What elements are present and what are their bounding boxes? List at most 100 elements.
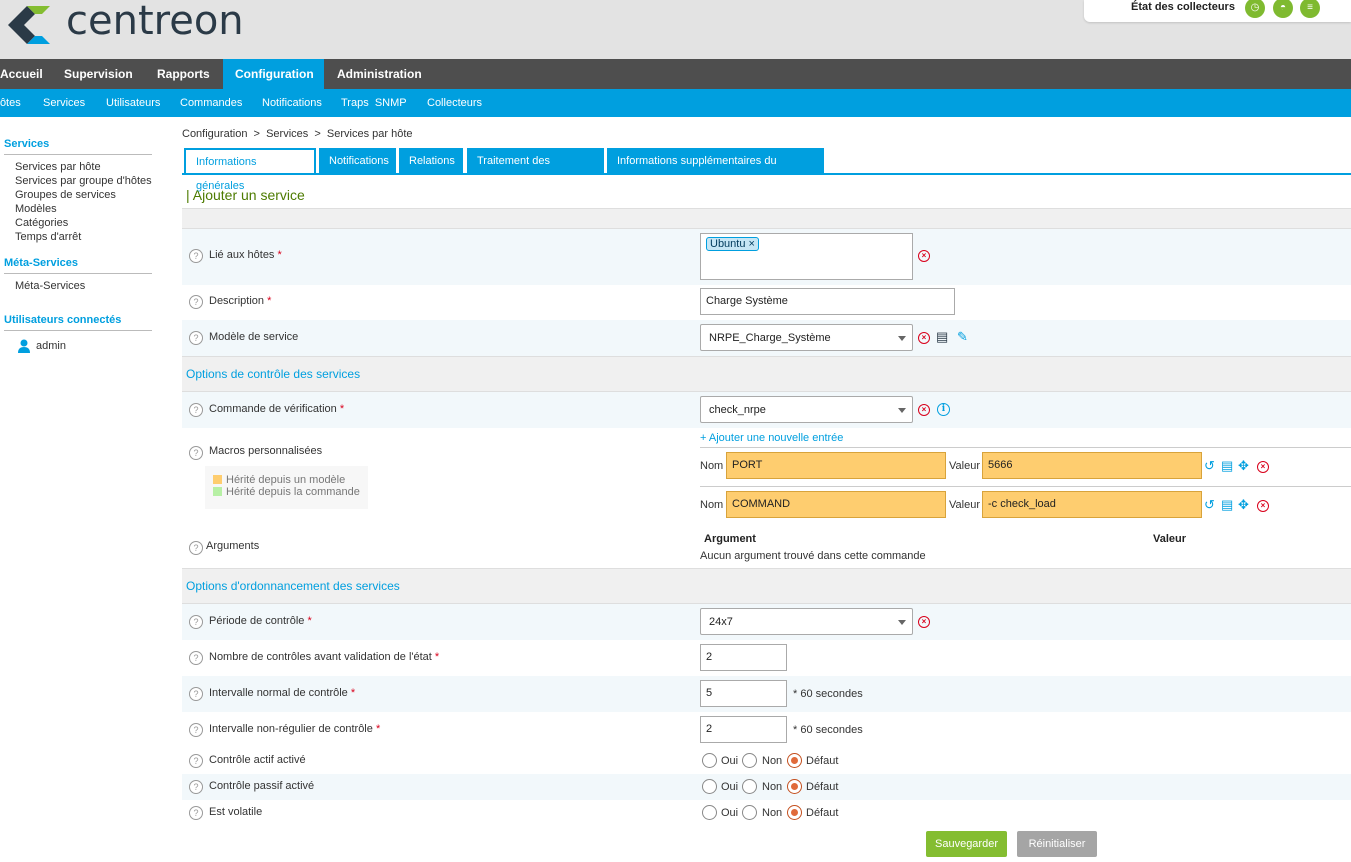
sidebar-item-meta-services[interactable]: Méta-Services	[15, 280, 85, 292]
revert-icon[interactable]: ↺	[1204, 498, 1215, 512]
sidebar-item-groupes-de-services[interactable]: Groupes de services	[15, 189, 116, 201]
gauge-icon[interactable]: ◓	[1273, 0, 1293, 18]
retry-interval-suffix: * 60 secondes	[793, 724, 863, 736]
move-icon[interactable]: ✥	[1238, 498, 1249, 512]
macro-name-input[interactable]: PORT	[726, 452, 946, 479]
macro-value-input[interactable]: 5666	[982, 452, 1202, 479]
volatile-no-radio[interactable]	[742, 805, 757, 820]
tab-informations-generales[interactable]: Informations générales	[184, 148, 316, 192]
help-icon[interactable]: ?	[189, 651, 203, 665]
template-value: NRPE_Charge_Système	[709, 332, 831, 344]
passive-default-radio[interactable]	[787, 779, 802, 794]
info-icon[interactable]: i	[937, 403, 950, 416]
delete-macro-icon[interactable]: ×	[1257, 500, 1269, 512]
clear-period-icon[interactable]: ×	[918, 616, 930, 628]
add-entry-link[interactable]: + Ajouter une nouvelle entrée	[700, 432, 843, 444]
database-icon[interactable]: ≡	[1300, 0, 1320, 18]
clear-command-icon[interactable]: ×	[918, 404, 930, 416]
breadcrumb: Configuration > Services > Services par …	[182, 128, 413, 140]
reset-button[interactable]: Réinitialiser	[1017, 831, 1097, 857]
tab-informations-supplementaires[interactable]: Informations supplémentaires du service	[607, 148, 824, 193]
period-select[interactable]: 24x7	[700, 608, 913, 635]
host-tag[interactable]: Ubuntu ×	[706, 237, 759, 251]
tab-notifications[interactable]: Notifications	[319, 148, 396, 174]
row-max-checks: ? Nombre de contrôles avant validation d…	[182, 640, 1351, 676]
sidebar-item-modeles[interactable]: Modèles	[15, 203, 57, 215]
max-checks-label: Nombre de contrôles avant validation de …	[209, 651, 440, 663]
subnav-collecteurs[interactable]: Collecteurs	[427, 89, 482, 117]
sidebar-title-meta[interactable]: Méta-Services	[4, 257, 78, 269]
help-icon[interactable]: ?	[189, 446, 203, 460]
template-select[interactable]: NRPE_Charge_Système	[700, 324, 913, 351]
subnav-hotes[interactable]: Hôtes	[0, 89, 21, 117]
subnav-traps-snmp[interactable]: Traps SNMP	[341, 89, 407, 117]
passive-check-label: Contrôle passif activé	[209, 780, 315, 792]
macro-divider	[700, 447, 1351, 448]
help-icon[interactable]: ?	[189, 295, 203, 309]
clock-icon[interactable]: ◷	[1245, 0, 1265, 18]
help-icon[interactable]: ?	[189, 615, 203, 629]
sidebar-title-services[interactable]: Services	[4, 138, 49, 150]
arguments-col-value: Valeur	[1153, 533, 1187, 545]
clear-template-icon[interactable]: ×	[918, 332, 930, 344]
sidebar-item-temps-arret[interactable]: Temps d'arrêt	[15, 231, 81, 243]
nav-administration[interactable]: Administration	[325, 59, 434, 89]
passive-no-radio[interactable]	[742, 779, 757, 794]
help-icon[interactable]: ?	[189, 754, 203, 768]
passive-yes-radio[interactable]	[702, 779, 717, 794]
nav-rapports[interactable]: Rapports	[145, 59, 222, 89]
help-icon[interactable]: ?	[189, 723, 203, 737]
radio-default-label: Défaut	[806, 755, 839, 767]
clear-hosts-icon[interactable]: ×	[918, 250, 930, 262]
macro-value-input[interactable]: -c check_load	[982, 491, 1202, 518]
view-template-icon[interactable]: ▤	[936, 330, 948, 344]
nav-supervision[interactable]: Supervision	[52, 59, 145, 89]
retry-interval-input[interactable]: 2	[700, 716, 787, 743]
subnav-notifications[interactable]: Notifications	[262, 89, 322, 117]
sidebar-item-services-par-groupe[interactable]: Services par groupe d'hôtes	[15, 175, 152, 187]
description-input[interactable]: Charge Système	[700, 288, 955, 315]
nav-configuration[interactable]: Configuration	[223, 59, 324, 89]
normal-interval-input[interactable]: 5	[700, 680, 787, 707]
help-icon[interactable]: ?	[189, 806, 203, 820]
help-icon[interactable]: ?	[189, 687, 203, 701]
nav-accueil[interactable]: Accueil	[0, 59, 55, 89]
arguments-col-argument: Argument	[704, 533, 756, 545]
sidebar-item-services-par-hote[interactable]: Services par hôte	[15, 161, 101, 173]
help-icon[interactable]: ?	[189, 403, 203, 417]
radio-no-label: Non	[762, 781, 783, 793]
sidebar-user-admin[interactable]: admin	[36, 340, 66, 352]
revert-icon[interactable]: ↺	[1204, 459, 1215, 473]
hosts-multiselect[interactable]: Ubuntu ×	[700, 233, 913, 280]
max-checks-input[interactable]: 2	[700, 644, 787, 671]
macro-name-input[interactable]: COMMAND	[726, 491, 946, 518]
sidebar-divider	[4, 330, 152, 331]
help-icon[interactable]: ?	[189, 780, 203, 794]
help-icon[interactable]: ?	[189, 331, 203, 345]
tab-relations[interactable]: Relations	[399, 148, 463, 174]
save-button[interactable]: Sauvegarder	[926, 831, 1007, 857]
subnav-utilisateurs[interactable]: Utilisateurs	[106, 89, 160, 117]
edit-pencil-icon[interactable]: ✎	[957, 330, 968, 344]
check-command-select[interactable]: check_nrpe	[700, 396, 913, 423]
description-icon[interactable]: ▤	[1221, 498, 1233, 512]
volatile-yes-radio[interactable]	[702, 805, 717, 820]
active-yes-radio[interactable]	[702, 753, 717, 768]
move-icon[interactable]: ✥	[1238, 459, 1249, 473]
user-icon	[18, 339, 30, 353]
centreon-logo-icon[interactable]	[4, 4, 50, 46]
row-arguments: ? Arguments Argument Valeur Aucun argume…	[182, 533, 1351, 568]
subnav-commandes[interactable]: Commandes	[180, 89, 242, 117]
active-no-radio[interactable]	[742, 753, 757, 768]
template-label: Modèle de service	[209, 331, 299, 343]
sub-nav: Hôtes Services Utilisateurs Commandes No…	[0, 89, 1351, 117]
help-icon[interactable]: ?	[189, 249, 203, 263]
description-icon[interactable]: ▤	[1221, 459, 1233, 473]
tab-traitement-donnees[interactable]: Traitement des données	[467, 148, 604, 193]
subnav-services[interactable]: Services	[43, 89, 85, 117]
volatile-default-radio[interactable]	[787, 805, 802, 820]
help-icon[interactable]: ?	[189, 541, 203, 555]
delete-macro-icon[interactable]: ×	[1257, 461, 1269, 473]
sidebar-item-categories[interactable]: Catégories	[15, 217, 68, 229]
active-default-radio[interactable]	[787, 753, 802, 768]
